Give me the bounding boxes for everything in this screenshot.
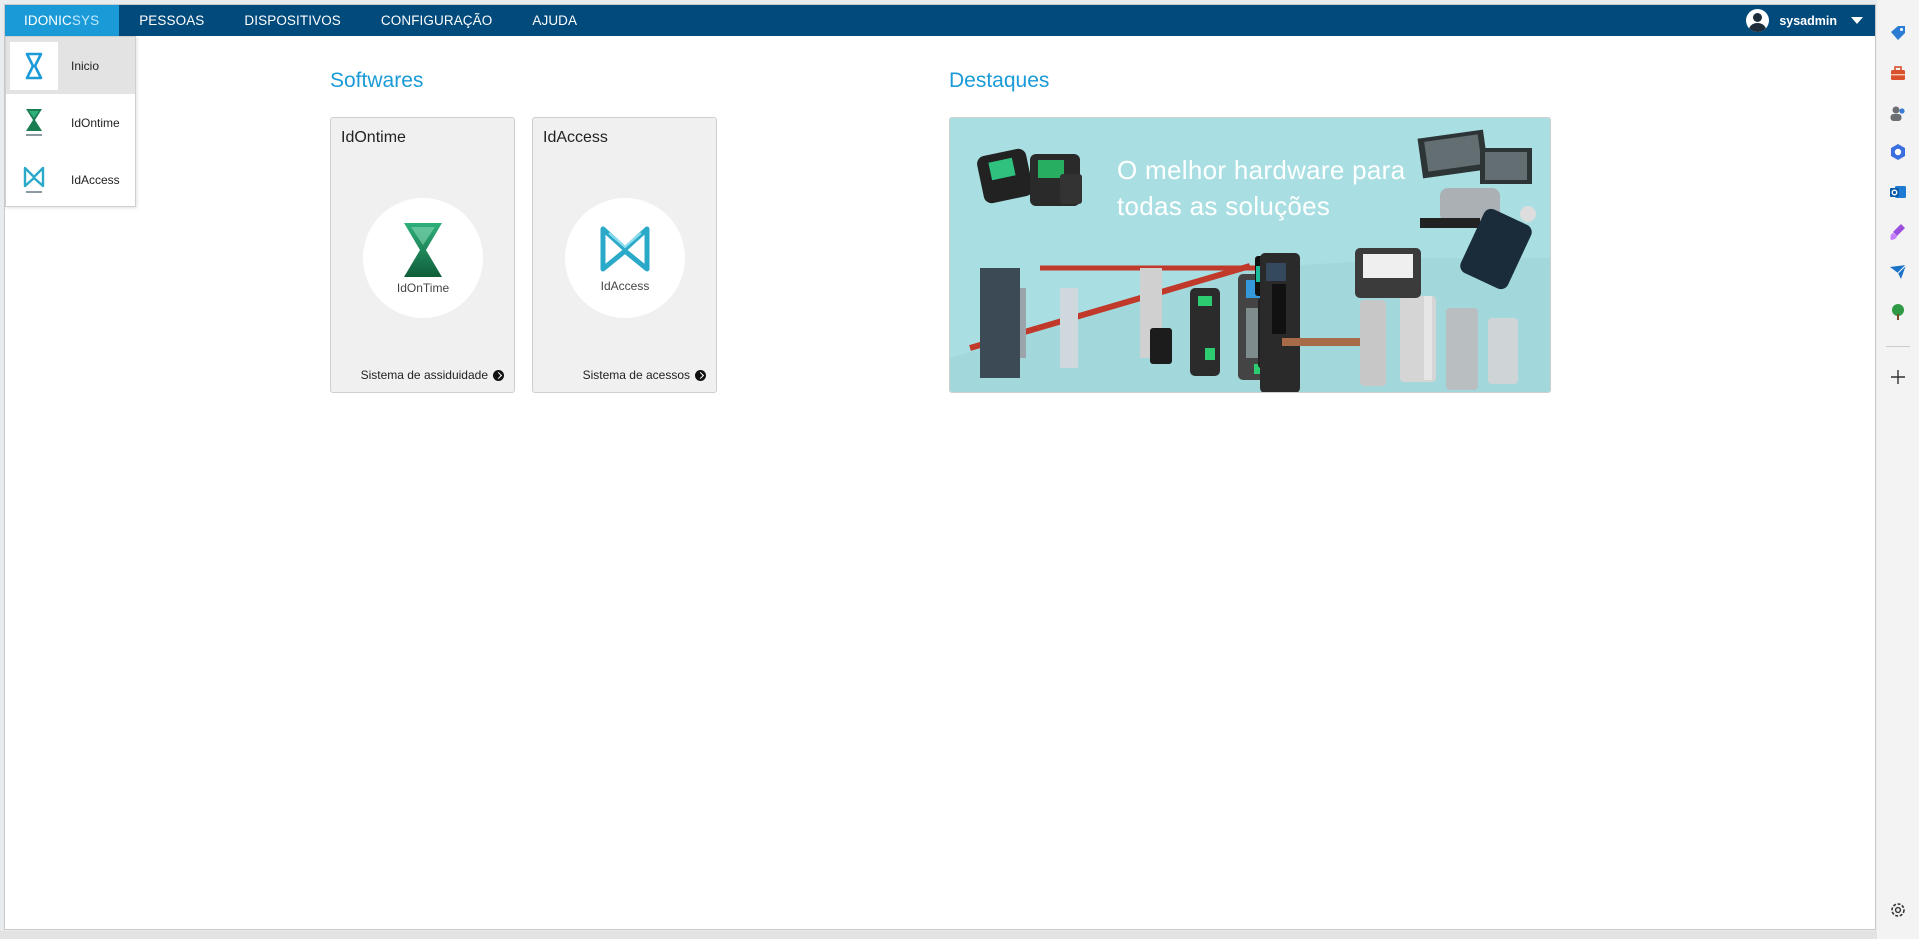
idonicsys-dropdown: Inicio IdOntime IdAccess	[5, 36, 136, 207]
nav-configuracao[interactable]: CONFIGURAÇÃO	[361, 5, 512, 36]
username: sysadmin	[1779, 13, 1837, 28]
idontime-logo-caption: IdOnTime	[396, 281, 450, 295]
people-icon[interactable]	[1889, 104, 1907, 122]
idaccess-logo-caption: IdAccess	[600, 279, 650, 293]
software-card-idaccess[interactable]: IdAccess IdAccess Sistema de acessos	[532, 117, 717, 393]
card-title: IdOntime	[341, 129, 406, 146]
brand-sys: SYS	[71, 13, 100, 28]
idontime-logo: IdOnTime	[363, 198, 483, 318]
banner-headline: O melhor hardware para todas as soluções	[1117, 155, 1406, 221]
destaques-heading: Destaques	[949, 69, 1050, 92]
top-navbar: IDONIC SYS PESSOAS DISPOSITIVOS CONFIGURA…	[5, 5, 1875, 36]
browser-status-strip	[0, 931, 1877, 939]
dropdown-item-inicio[interactable]: Inicio	[6, 37, 135, 94]
card-link-label: Sistema de assiduidade	[360, 368, 488, 382]
software-card-idontime[interactable]: IdOntime IdOnTime Sistema de assiduidade	[330, 117, 515, 393]
dropdown-item-label: Inicio	[71, 58, 100, 73]
tag-icon[interactable]	[1889, 24, 1907, 42]
idontime-hourglass-icon	[404, 223, 442, 277]
app-window: IDONIC SYS PESSOAS DISPOSITIVOS CONFIGURA…	[4, 4, 1876, 930]
chevron-circle-right-icon	[493, 369, 504, 381]
nav-idonicsys[interactable]: IDONIC SYS	[5, 5, 120, 36]
add-icon[interactable]	[1889, 368, 1907, 386]
outlook-icon[interactable]	[1889, 183, 1907, 201]
idontime-link[interactable]: Sistema de assiduidade	[361, 368, 504, 382]
nav-dispositivos[interactable]: DISPOSITIVOS	[224, 5, 360, 36]
idontime-logo-icon	[10, 99, 58, 147]
user-avatar-icon	[1746, 9, 1770, 32]
dropdown-item-idaccess[interactable]: IdAccess	[6, 151, 135, 208]
dropdown-item-idontime[interactable]: IdOntime	[6, 94, 135, 151]
idaccess-logo: IdAccess	[565, 198, 685, 318]
hourglass-outline-icon	[10, 41, 58, 90]
settings-icon[interactable]	[1889, 901, 1907, 919]
brush-icon[interactable]	[1889, 223, 1907, 241]
softwares-heading: Softwares	[330, 69, 424, 92]
card-link-label: Sistema de acessos	[582, 368, 690, 382]
tree-icon[interactable]	[1889, 303, 1907, 321]
chevron-circle-right-icon	[695, 369, 706, 381]
brand-idonic: IDONIC	[24, 13, 72, 28]
highlight-banner[interactable]: O melhor hardware para todas as soluções	[949, 117, 1551, 393]
nav-ajuda[interactable]: AJUDA	[512, 5, 597, 36]
idaccess-logo-icon	[10, 156, 58, 204]
card-title: IdAccess	[543, 129, 608, 146]
copilot-icon[interactable]	[1889, 143, 1907, 161]
toolbox-icon[interactable]	[1889, 64, 1907, 82]
browser-sidebar	[1877, 0, 1919, 939]
nav-pessoas[interactable]: PESSOAS	[119, 5, 224, 36]
idaccess-mark-icon	[600, 226, 650, 272]
send-icon[interactable]	[1889, 263, 1907, 281]
dropdown-item-label: IdAccess	[71, 172, 120, 187]
caret-down-icon	[1851, 17, 1863, 24]
idaccess-link[interactable]: Sistema de acessos	[583, 368, 706, 382]
dropdown-item-label: IdOntime	[71, 115, 120, 130]
user-menu[interactable]: sysadmin	[1746, 5, 1875, 36]
sidebar-separator	[1886, 346, 1910, 347]
